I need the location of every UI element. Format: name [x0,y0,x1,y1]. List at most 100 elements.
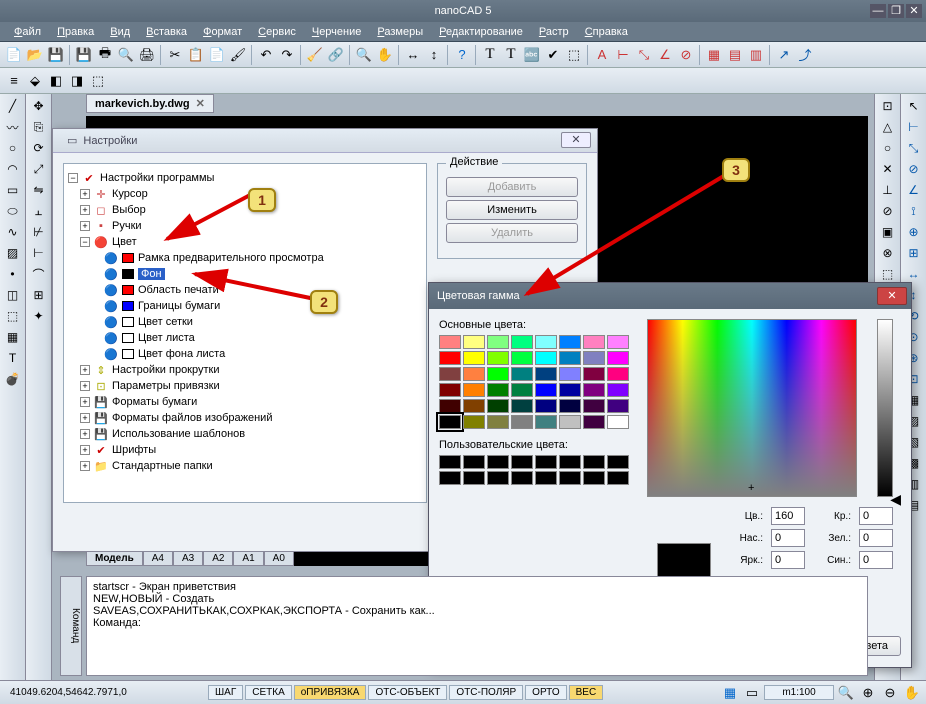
preview-icon[interactable]: 🔍 [116,45,136,65]
tree-imgfmt[interactable]: Форматы файлов изображений [112,412,272,424]
spline-icon[interactable]: ∿ [3,222,23,242]
basic-color-cell[interactable] [607,399,629,413]
dim-lin-icon[interactable]: ⊢ [613,45,633,65]
basic-color-cell[interactable] [439,399,461,413]
rect-icon[interactable]: ▭ [3,180,23,200]
mleader-icon[interactable]: ⤴ [795,45,815,65]
rotate-icon[interactable]: ⟳ [29,138,49,158]
misc2-icon[interactable]: ◨ [67,71,87,91]
basic-color-cell[interactable] [487,383,509,397]
tab-a2[interactable]: A2 [203,551,233,566]
snap-nea-icon[interactable]: ▣ [878,222,898,242]
basic-color-cell[interactable] [439,383,461,397]
tree-snap[interactable]: Параметры привязки [112,380,220,392]
open-icon[interactable]: 📂 [25,45,45,65]
tree-paperfmt[interactable]: Форматы бумаги [112,396,197,408]
tree-stddirs[interactable]: Стандартные папки [112,460,213,472]
line-icon[interactable]: ╱ [3,96,23,116]
basic-color-cell[interactable] [463,351,485,365]
pan-icon[interactable]: ✋ [375,45,395,65]
custom-color-cell[interactable] [439,471,461,485]
custom-color-cell[interactable] [463,455,485,469]
minimize-icon[interactable]: — [870,4,886,18]
text2-icon[interactable]: T [3,348,23,368]
menu-format[interactable]: Формат [195,24,250,40]
status-scale[interactable]: m1:100 [764,685,834,700]
tree-root[interactable]: Настройки программы [100,172,214,184]
menu-edit[interactable]: Правка [49,24,102,40]
basic-color-cell[interactable] [511,367,533,381]
basic-color-cell[interactable] [559,335,581,349]
expander-icon[interactable]: + [80,461,90,471]
help-icon[interactable]: ? [452,45,472,65]
status-zoomout-icon[interactable]: ⊖ [880,683,900,703]
zoom-icon[interactable]: 🔍 [354,45,374,65]
basic-color-cell[interactable] [511,399,533,413]
status-pan-icon[interactable]: ✋ [902,683,922,703]
fillet-icon[interactable]: ⌒ [29,264,49,284]
basic-color-cell[interactable] [487,399,509,413]
scale-icon[interactable]: ⤢ [29,159,49,179]
extend-icon[interactable]: ⊢ [29,243,49,263]
basic-color-cell[interactable] [535,415,557,429]
dim-rad-icon[interactable]: ⊘ [676,45,696,65]
custom-color-cell[interactable] [487,471,509,485]
dim-a-icon[interactable]: A [592,45,612,65]
basic-color-cell[interactable] [559,383,581,397]
edit-button[interactable]: Изменить [446,200,578,220]
custom-color-cell[interactable] [559,455,581,469]
hatch-icon[interactable]: ▨ [3,243,23,263]
menu-help[interactable]: Справка [577,24,636,40]
hue-input[interactable] [771,507,805,525]
snap-end-icon[interactable]: ⊡ [878,96,898,116]
undo-icon[interactable]: ↶ [256,45,276,65]
point-icon[interactable]: • [3,264,23,284]
basic-color-cell[interactable] [487,415,509,429]
misc1-icon[interactable]: ◧ [46,71,66,91]
basic-color-cell[interactable] [535,383,557,397]
custom-color-cell[interactable] [535,471,557,485]
spell-icon[interactable]: ✔ [543,45,563,65]
snap-cen-icon[interactable]: ○ [878,138,898,158]
paste-icon[interactable]: 📄 [207,45,227,65]
tab-a3[interactable]: A3 [173,551,203,566]
plot-icon[interactable]: 🖨 [137,45,157,65]
basic-color-cell[interactable] [583,335,605,349]
custom-color-cell[interactable] [487,455,509,469]
basic-color-cell[interactable] [439,351,461,365]
mtext-icon[interactable]: T [501,45,521,65]
custom-color-cell[interactable] [535,455,557,469]
doc-tab-close-icon[interactable]: ✕ [196,97,205,110]
dim2-icon[interactable]: ⤡ [904,138,924,158]
custom-color-cell[interactable] [607,471,629,485]
table3-icon[interactable]: ▥ [746,45,766,65]
tab-a4[interactable]: A4 [143,551,173,566]
basic-color-cell[interactable] [583,399,605,413]
status-lwt[interactable]: ВЕС [569,685,604,700]
tree-templates[interactable]: Использование шаблонов [112,428,245,440]
expander-icon[interactable]: + [80,205,90,215]
status-osnap[interactable]: оПРИВЯЗКА [294,685,367,700]
green-input[interactable] [859,529,893,547]
sat-input[interactable] [771,529,805,547]
misc3-icon[interactable]: ⬚ [88,71,108,91]
menu-draw[interactable]: Черчение [304,24,370,40]
move-icon[interactable]: ✥ [29,96,49,116]
tree-selection[interactable]: Выбор [112,204,146,216]
basic-color-cell[interactable] [535,367,557,381]
tab-model[interactable]: Модель [86,551,143,566]
close-icon[interactable]: ✕ [906,4,922,18]
leader-icon[interactable]: ↗ [774,45,794,65]
snap-per-icon[interactable]: ⊥ [878,180,898,200]
custom-color-cell[interactable] [439,455,461,469]
redo-icon[interactable]: ↷ [277,45,297,65]
cursor2-icon[interactable]: ↖ [904,96,924,116]
basic-color-cell[interactable] [583,367,605,381]
blue-input[interactable] [859,551,893,569]
status-otrack[interactable]: ОТС-ОБЪЕКТ [368,685,447,700]
misc-r1-icon[interactable]: ⬚ [878,264,898,284]
link-icon[interactable]: 🔗 [326,45,346,65]
copy2-icon[interactable]: ⎘ [29,117,49,137]
basic-color-cell[interactable] [559,415,581,429]
settings-title-bar[interactable]: ▭ Настройки ✕ [53,129,597,153]
